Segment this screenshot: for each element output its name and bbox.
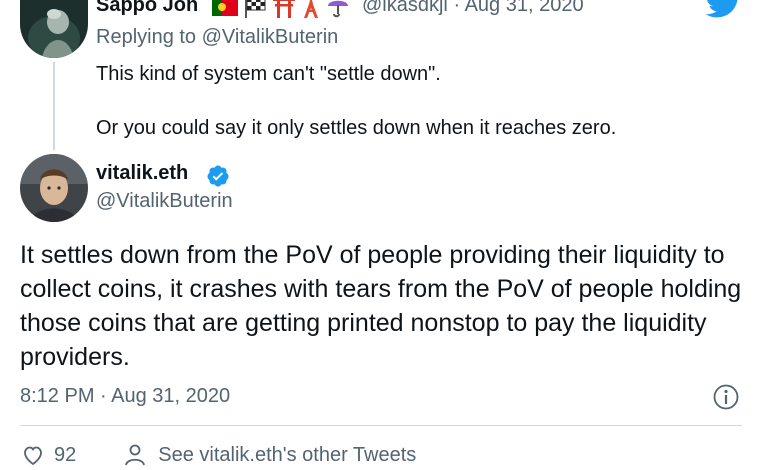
separator-dot: · <box>453 0 461 16</box>
verified-badge-icon <box>207 165 229 187</box>
reply-tweet-text: This kind of system can't "settle down".… <box>96 60 616 142</box>
person-icon <box>125 444 146 466</box>
torii-gate-icon <box>273 0 295 18</box>
reply-author-name[interactable]: Sappo Jon <box>96 0 198 17</box>
tokyo-tower-icon <box>304 0 318 18</box>
main-tweet-body: It settles down from the PoV of people p… <box>20 241 742 371</box>
reply-text-line-2: Or you could say it only settles down wh… <box>96 117 617 139</box>
replying-to-handle-link[interactable]: @VitalikButerin <box>202 26 339 48</box>
name-emoji-group <box>212 0 350 20</box>
tweet-timestamp[interactable]: 8:12 PM · Aug 31, 2020 <box>20 385 230 408</box>
see-other-tweets-link[interactable]: See vitalik.eth's other Tweets <box>158 444 416 467</box>
replying-to-line: Replying to @VitalikButerin <box>96 26 338 49</box>
reply-text-line-1: This kind of system can't "settle down". <box>96 63 441 85</box>
portugal-flag-icon <box>212 0 238 16</box>
thread-connector-line <box>53 62 55 150</box>
like-count[interactable]: 92 <box>54 444 76 467</box>
info-icon[interactable] <box>712 383 740 411</box>
reply-handle-date: @lkasdkjl · Aug 31, 2020 <box>362 0 584 17</box>
twitter-bird-icon <box>706 0 738 18</box>
reply-author-handle[interactable]: @lkasdkjl <box>362 0 448 16</box>
reply-date[interactable]: Aug 31, 2020 <box>465 0 584 16</box>
checkered-flag-icon <box>245 0 266 18</box>
main-author-name[interactable]: vitalik.eth <box>96 162 188 185</box>
replying-prefix: Replying to <box>96 26 197 48</box>
main-author-avatar[interactable] <box>20 154 88 222</box>
heart-icon[interactable] <box>20 443 46 467</box>
umbrella-rain-icon <box>328 0 348 18</box>
action-divider <box>20 425 742 426</box>
reply-author-avatar[interactable] <box>20 0 88 58</box>
tweet-actions-row: 92 See vitalik.eth's other Tweets <box>20 440 416 470</box>
main-author-handle[interactable]: @VitalikButerin <box>96 190 233 213</box>
